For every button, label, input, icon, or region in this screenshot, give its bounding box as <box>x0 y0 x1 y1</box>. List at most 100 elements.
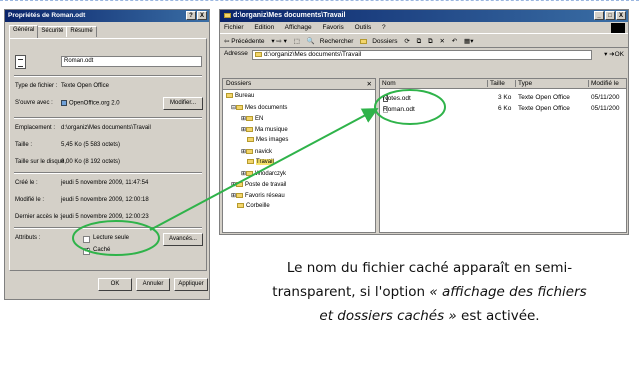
label-modified: Modifié le : <box>15 197 45 203</box>
tree-item-corbeille[interactable]: Corbeille <box>237 203 270 209</box>
computer-icon <box>236 181 244 187</box>
go-button[interactable]: ▾ ➜OK <box>604 50 624 58</box>
tree-item-en[interactable]: ⊞ EN <box>241 115 263 122</box>
menu-edit[interactable]: Edition <box>254 24 274 31</box>
close-button[interactable]: X <box>197 11 207 20</box>
document-icon <box>15 55 26 69</box>
tree-item-poste-de-travail[interactable]: ⊞ Poste de travail <box>231 181 286 188</box>
apply-button[interactable]: Appliquer <box>174 278 208 291</box>
search-icon[interactable]: 🔍 <box>307 38 315 45</box>
value-size-on-disk: 8,00 Ko (8 192 octets) <box>61 159 121 165</box>
menu-bar: Fichier Edition Affichage Favoris Outils… <box>220 22 628 33</box>
search-button[interactable]: Rechercher <box>320 38 354 45</box>
desktop-icon <box>226 93 233 98</box>
value-modified: jeudi 5 novembre 2009, 12:00:18 <box>61 197 149 203</box>
hidden-checkbox[interactable] <box>83 246 90 255</box>
properties-dialog: Propriétés de Roman.odt ? X Général Sécur… <box>4 9 210 300</box>
close-button[interactable]: X <box>616 11 626 20</box>
tab-summary[interactable]: Résumé <box>66 26 97 37</box>
column-modified[interactable]: Modifié le <box>589 80 627 87</box>
undo-icon[interactable]: ↶ <box>452 38 457 45</box>
close-pane-icon[interactable]: ✕ <box>367 80 372 88</box>
value-size: 5,45 Ko (5 583 octets) <box>61 142 121 148</box>
advanced-button[interactable]: Avancés... <box>163 233 203 246</box>
label-size: Taille : <box>15 142 33 148</box>
maximize-button[interactable]: □ <box>605 11 615 20</box>
caption-line-1: Le nom du fichier caché apparaît en semi… <box>286 260 573 276</box>
file-row-notes[interactable]: Notes.odt 3 Ko Texte Open Office 05/11/2… <box>380 93 626 103</box>
address-field[interactable]: d:\organiz\Mes documents\Travail <box>252 50 592 60</box>
menu-favorites[interactable]: Favoris <box>322 24 343 31</box>
value-file-type: Texte Open Office <box>61 83 109 89</box>
file-row-roman[interactable]: Roman.odt 6 Ko Texte Open Office 05/11/2… <box>380 104 626 114</box>
value-location: d:\organiz\Mes documents\Travail <box>61 125 151 131</box>
list-header: Nom Taille Type Modifié le <box>380 79 627 89</box>
readonly-checkbox[interactable] <box>83 236 90 243</box>
tree-item-bureau[interactable]: Bureau <box>226 93 254 99</box>
copy-icon[interactable]: ⧉ <box>428 38 433 45</box>
tree-item-ma-musique[interactable]: ⊞ Ma musique <box>241 126 288 133</box>
file-type: Texte Open Office <box>518 105 570 112</box>
tree-item-favoris-reseau[interactable]: ⊞ Favoris réseau <box>231 192 285 199</box>
readonly-label: Lecture seule <box>93 235 130 241</box>
divider <box>14 172 202 174</box>
tree-item-label: Favoris réseau <box>245 193 285 199</box>
ok-button[interactable]: OK <box>98 278 132 291</box>
forward-arrow-icon[interactable]: ▾ ⇨ ▾ <box>271 38 287 45</box>
cancel-button[interactable]: Annuler <box>136 278 170 291</box>
address-label: Adresse <box>224 50 248 57</box>
filename-field[interactable]: Roman.odt <box>61 56 202 67</box>
caption-text: est activée. <box>456 308 540 324</box>
folder-icon <box>246 126 254 132</box>
tree-item-navick[interactable]: ⊞ navick <box>241 148 272 155</box>
folder-icon <box>246 115 254 121</box>
tree-header: Dossiers ✕ <box>223 79 375 90</box>
divider <box>14 117 202 119</box>
folder-icon <box>224 12 231 18</box>
delete-icon[interactable]: ✕ <box>440 38 445 45</box>
tree-item-label: Corbeille <box>246 203 270 210</box>
dialog-title: Propriétés de Roman.odt <box>8 12 86 19</box>
caption-emphasis: et dossiers cachés » <box>319 308 457 324</box>
tree-item-mes-images[interactable]: Mes images <box>247 137 288 143</box>
tree-item-mes-documents[interactable]: ⊟ Mes documents <box>231 104 287 111</box>
folders-button[interactable]: Dossiers <box>372 38 397 45</box>
up-folder-icon[interactable]: ⬚ <box>294 38 300 45</box>
tree-item-label: Mes documents <box>245 105 288 111</box>
minimize-button[interactable]: _ <box>594 11 604 20</box>
menu-help[interactable]: ? <box>382 24 386 31</box>
label-location: Emplacement : <box>15 125 56 131</box>
address-bar: Adresse d:\organiz\Mes documents\Travail… <box>220 48 628 62</box>
tree-item-label: Ma musique <box>255 127 288 133</box>
tree-item-travail[interactable]: Travail <box>247 159 274 166</box>
views-icon[interactable]: ▦▾ <box>464 38 473 45</box>
tab-security[interactable]: Sécurité <box>37 26 68 37</box>
column-name[interactable]: Nom <box>380 80 488 87</box>
history-icon[interactable]: ⟳ <box>404 38 409 45</box>
tab-bar: Général Sécurité Résumé <box>9 25 97 38</box>
general-panel: Roman.odt Type de fichier : Texte Open O… <box>9 38 207 271</box>
back-button[interactable]: ⇦ Précédente <box>224 38 265 45</box>
tree-item-label: navick <box>255 149 273 155</box>
label-opens-with: S'ouvre avec : <box>15 100 53 106</box>
tab-general[interactable]: Général <box>9 25 39 38</box>
menu-view[interactable]: Affichage <box>285 24 312 31</box>
tree-item-wlodarczyk[interactable]: ⊞ Wlodarczyk <box>241 170 286 177</box>
caption-line-2: transparent, si l'option « affichage des… <box>232 280 627 304</box>
explorer-title: d:\organiz\Mes documents\Travail <box>233 12 346 19</box>
file-name-text: Notes.odt <box>383 95 411 102</box>
folder-icon <box>246 148 254 154</box>
help-button[interactable]: ? <box>186 11 196 20</box>
toolbar: ⇦ Précédente ▾ ⇨ ▾ ⬚ 🔍 Rechercher Dossier… <box>220 33 628 48</box>
explorer-window: d:\organiz\Mes documents\Travail _ □ X F… <box>219 9 629 235</box>
go-label: OK <box>614 51 624 58</box>
column-type[interactable]: Type <box>516 80 589 87</box>
column-size[interactable]: Taille <box>488 80 516 87</box>
modify-button[interactable]: Modifier... <box>163 97 203 110</box>
tree-item-label: Wlodarczyk <box>255 171 287 177</box>
move-icon[interactable]: ⧉ <box>417 38 422 45</box>
file-list: Nom Taille Type Modifié le Notes.odt 3 K… <box>379 78 627 233</box>
folder-icon <box>255 51 262 57</box>
menu-tools[interactable]: Outils <box>355 24 372 31</box>
menu-file[interactable]: Fichier <box>224 24 244 31</box>
